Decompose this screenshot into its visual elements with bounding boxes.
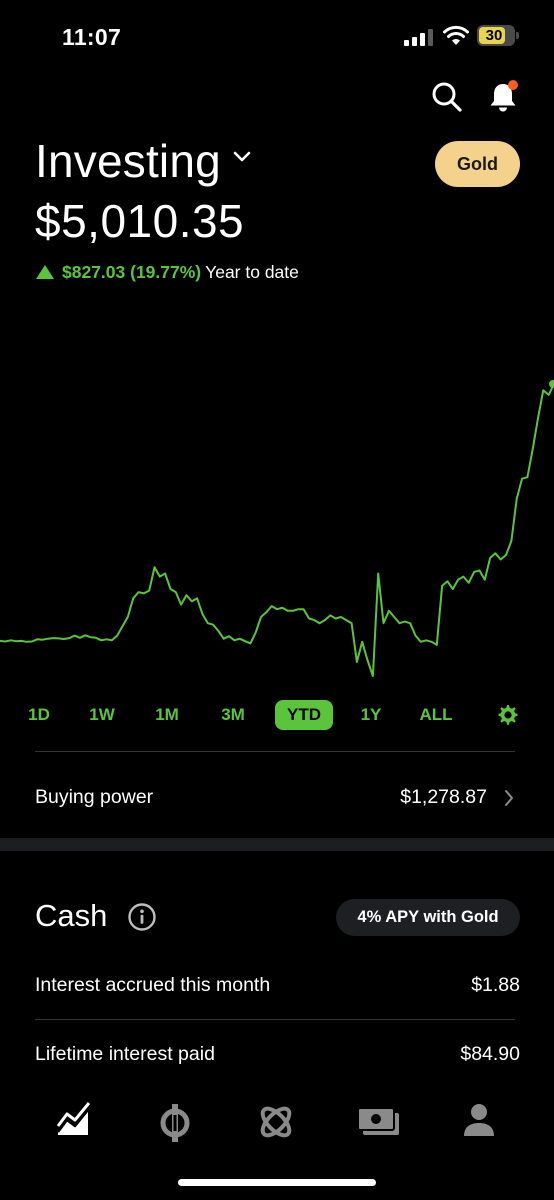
tab-bar (0, 1098, 554, 1148)
buying-power-value: $1,278.87 (400, 786, 487, 808)
tab-investing[interactable] (54, 1098, 94, 1146)
notification-dot (508, 80, 518, 90)
tab-profile[interactable] (459, 1098, 499, 1146)
cash-title: Cash (35, 898, 108, 933)
range-1d[interactable]: 1D (21, 700, 57, 730)
tab-crypto[interactable] (155, 1098, 195, 1146)
cash-icon (357, 1107, 399, 1135)
cash-row-label: Lifetime interest paid (35, 1043, 215, 1065)
range-1m[interactable]: 1M (149, 700, 185, 730)
range-ytd[interactable]: YTD (275, 700, 333, 730)
series-line (0, 383, 554, 677)
change-amount: $827.03 (19.77%) (62, 262, 202, 282)
range-1y[interactable]: 1Y (353, 700, 389, 730)
divider (35, 751, 515, 752)
chart-icon (56, 1102, 91, 1135)
up-arrow-icon (36, 265, 54, 279)
cash-row-label: Interest accrued this month (35, 974, 271, 996)
current-value-point (549, 380, 554, 388)
wifi-icon (443, 25, 469, 45)
cash-row-value: $84.90 (460, 1043, 520, 1065)
home-indicator (178, 1179, 376, 1186)
cash-row-value: $1.88 (471, 974, 520, 996)
info-icon[interactable] (127, 902, 157, 932)
gold-button[interactable]: Gold (435, 141, 520, 187)
change-period: Year to date (205, 262, 299, 282)
chevron-right-icon (505, 790, 513, 806)
apy-gold-button[interactable]: 4% APY with Gold (336, 899, 520, 936)
portfolio-change: $827.03 (19.77%) Year to date (36, 262, 299, 283)
range-selector: 1D 1W 1M 3M YTD 1Y ALL (0, 700, 554, 730)
buying-power-label: Buying power (35, 786, 154, 808)
crypto-icon (160, 1104, 190, 1142)
search-icon[interactable] (430, 80, 464, 114)
battery-icon: 30 (477, 25, 519, 46)
range-3m[interactable]: 3M (215, 700, 251, 730)
divider (35, 1019, 515, 1020)
cash-row-lifetime-interest: Lifetime interest paid $84.90 (35, 1043, 520, 1066)
portfolio-value: $5,010.35 (35, 195, 245, 247)
chart-settings-icon[interactable] (497, 704, 519, 726)
range-all[interactable]: ALL (418, 700, 454, 730)
tab-discover[interactable] (256, 1098, 296, 1146)
profile-icon (464, 1104, 494, 1136)
cash-row-interest-month: Interest accrued this month $1.88 (35, 974, 520, 997)
buying-power-row[interactable]: Buying power $1,278.87 (0, 770, 554, 824)
atom-icon (260, 1106, 292, 1138)
chevron-down-icon[interactable] (232, 150, 252, 164)
range-1w[interactable]: 1W (84, 700, 120, 730)
notifications-button[interactable] (486, 80, 520, 114)
status-time: 11:07 (62, 24, 122, 50)
section-separator (0, 838, 554, 851)
status-bar: 11:07 30 (0, 0, 554, 70)
tab-cash[interactable] (357, 1098, 399, 1146)
battery-level: 30 (485, 27, 503, 44)
account-selector[interactable]: Investing (35, 134, 221, 188)
signal-icon (404, 29, 433, 46)
portfolio-chart[interactable] (0, 370, 554, 690)
